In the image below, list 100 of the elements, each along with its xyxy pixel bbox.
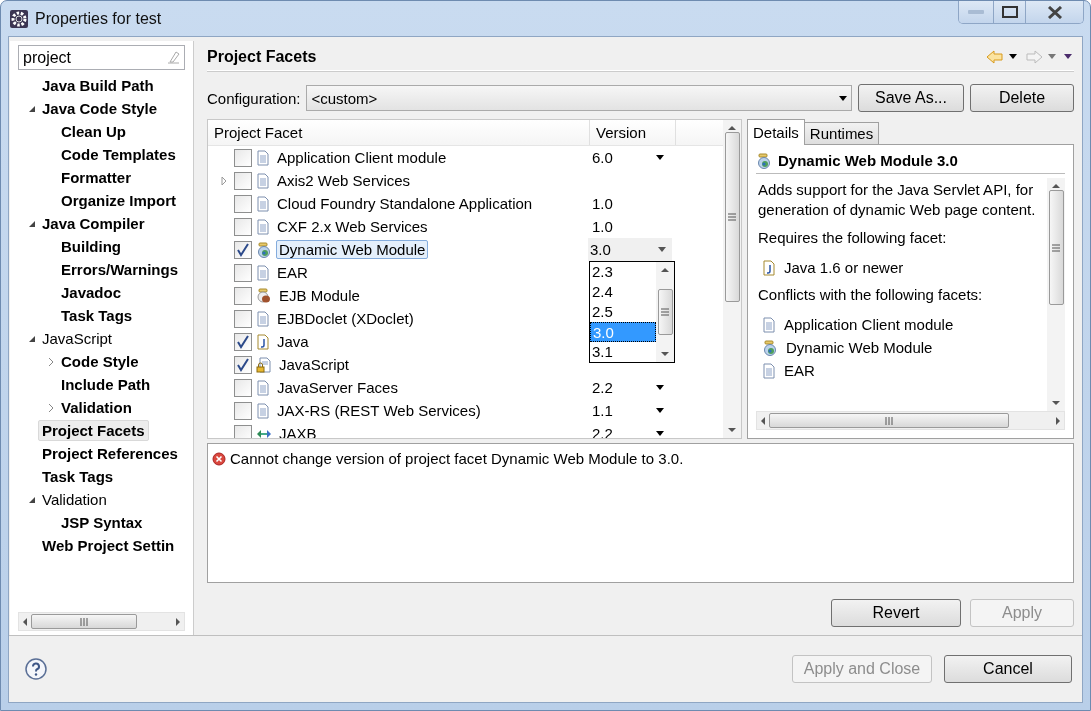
close-icon <box>1046 5 1063 19</box>
facet-name[interactable]: CXF 2.x Web Services <box>274 217 431 236</box>
tree-item[interactable]: Formatter <box>57 167 135 188</box>
tree-item[interactable]: Java Compiler <box>38 213 149 234</box>
scroll-up-icon[interactable] <box>661 266 669 274</box>
horizontal-scrollbar[interactable] <box>756 411 1065 430</box>
tree-item[interactable]: Building <box>57 236 125 257</box>
checkbox[interactable] <box>234 401 252 420</box>
view-menu-button[interactable] <box>1062 54 1074 59</box>
document-icon <box>256 310 270 327</box>
scroll-down-icon[interactable] <box>1052 399 1060 407</box>
expanded-toggle-icon[interactable] <box>28 219 36 228</box>
facet-name[interactable]: Axis2 Web Services <box>274 171 414 190</box>
scroll-left-icon[interactable] <box>759 416 767 425</box>
tree-item[interactable]: Organize Import <box>57 190 180 211</box>
facet-name[interactable]: Application Client module <box>274 148 450 167</box>
checkbox[interactable] <box>234 332 252 351</box>
checkbox[interactable] <box>234 148 252 167</box>
document-icon <box>256 218 270 235</box>
tree-item[interactable]: Java Build Path <box>38 75 158 96</box>
tree-item[interactable]: Web Project Settin <box>38 535 179 556</box>
scroll-right-icon[interactable] <box>174 617 182 626</box>
scroll-right-icon[interactable] <box>1054 416 1062 425</box>
document-icon <box>256 402 270 419</box>
checkbox[interactable] <box>234 240 252 259</box>
tree-item[interactable]: Include Path <box>57 374 155 395</box>
tree-item[interactable]: Errors/Warnings <box>57 259 182 280</box>
checkbox[interactable] <box>234 424 252 438</box>
checkbox[interactable] <box>234 355 252 374</box>
column-header[interactable]: Project Facet <box>208 120 590 145</box>
double-arrow-icon <box>256 427 272 438</box>
delete-button[interactable]: Delete <box>970 84 1074 112</box>
expanded-toggle-icon[interactable] <box>28 104 36 113</box>
collapsed-toggle-icon[interactable] <box>47 402 55 413</box>
checkbox[interactable] <box>234 263 252 282</box>
tree-item[interactable]: Code Style <box>57 351 143 372</box>
checkbox[interactable] <box>234 217 252 236</box>
close-button[interactable] <box>1025 1 1083 23</box>
expand-toggle-icon[interactable] <box>220 175 228 186</box>
globe-jar-icon <box>256 241 272 258</box>
column-header[interactable]: Version <box>590 120 676 145</box>
tree-item[interactable]: Code Templates <box>57 144 180 165</box>
facet-name[interactable]: Java <box>274 332 312 351</box>
tab[interactable]: Runtimes <box>803 122 880 145</box>
tree-item[interactable]: JavaScript <box>38 328 117 349</box>
checkbox[interactable] <box>234 286 252 305</box>
version-cell: 1.0 <box>592 218 613 235</box>
tree-item[interactable]: Validation <box>38 489 111 510</box>
tree-item[interactable]: Project Facets <box>38 420 149 441</box>
maximize-button[interactable] <box>993 1 1025 23</box>
tree-item[interactable]: Clean Up <box>57 121 130 142</box>
checkbox[interactable] <box>234 194 252 213</box>
collapsed-toggle-icon[interactable] <box>47 356 55 367</box>
required-facet: Java 1.6 or newer <box>784 259 904 276</box>
document-icon <box>762 362 776 379</box>
tab[interactable]: Details <box>747 119 805 145</box>
forward-button[interactable] <box>1023 49 1058 64</box>
tree-item[interactable]: Task Tags <box>57 305 137 326</box>
version-cell: 6.0 <box>592 149 613 166</box>
checkbox[interactable] <box>234 378 252 397</box>
checkbox[interactable] <box>234 309 252 328</box>
grip-icon <box>884 415 894 426</box>
facet-name[interactable]: Dynamic Web Module <box>276 240 429 259</box>
cancel-button[interactable]: Cancel <box>944 655 1072 683</box>
conflicting-facet: EAR <box>784 362 815 379</box>
scroll-down-icon[interactable] <box>728 426 736 434</box>
back-button[interactable] <box>984 49 1019 64</box>
description-text: Adds support for the Java Servlet API, for generation of dynamic Web page content. <box>758 180 1037 220</box>
tree-item[interactable]: Java Code Style <box>38 98 162 119</box>
facet-name[interactable]: EJBDoclet (XDoclet) <box>274 309 417 328</box>
tree-item[interactable]: Validation <box>57 397 136 418</box>
version-dropdown[interactable]: 3.0 <box>588 238 672 261</box>
filter-field[interactable]: project <box>18 45 185 70</box>
java-file-icon <box>256 333 270 350</box>
facet-name[interactable]: JavaServer Faces <box>274 378 401 397</box>
list-scrollbar[interactable] <box>656 262 674 362</box>
save-as-button[interactable]: Save As... <box>858 84 964 112</box>
configuration-dropdown[interactable]: <custom> <box>306 85 852 111</box>
revert-button[interactable]: Revert <box>831 599 961 627</box>
document-icon <box>762 316 776 333</box>
facet-name[interactable]: JAX-RS (REST Web Services) <box>274 401 484 420</box>
tree-item[interactable]: Project References <box>38 443 182 464</box>
tree-item[interactable]: Javadoc <box>57 282 126 303</box>
tree-item[interactable]: JSP Syntax <box>57 512 147 533</box>
facet-name[interactable]: JavaScript <box>276 355 353 374</box>
scroll-down-icon[interactable] <box>661 350 669 358</box>
scroll-left-icon[interactable] <box>21 617 29 626</box>
facet-name[interactable]: EJB Module <box>276 286 363 305</box>
minimize-icon <box>968 10 984 14</box>
facet-name[interactable]: EAR <box>274 263 311 282</box>
expanded-toggle-icon[interactable] <box>28 495 36 504</box>
details-heading: Dynamic Web Module 3.0 <box>778 152 958 169</box>
help-icon[interactable] <box>25 658 47 680</box>
maximize-icon <box>1001 6 1018 18</box>
checkbox[interactable] <box>234 171 252 190</box>
horizontal-scrollbar[interactable] <box>18 612 185 631</box>
tree-item[interactable]: Task Tags <box>38 466 118 487</box>
vertical-scrollbar[interactable] <box>723 120 741 438</box>
facet-name[interactable]: Cloud Foundry Standalone Application <box>274 194 536 213</box>
expanded-toggle-icon[interactable] <box>28 334 36 343</box>
